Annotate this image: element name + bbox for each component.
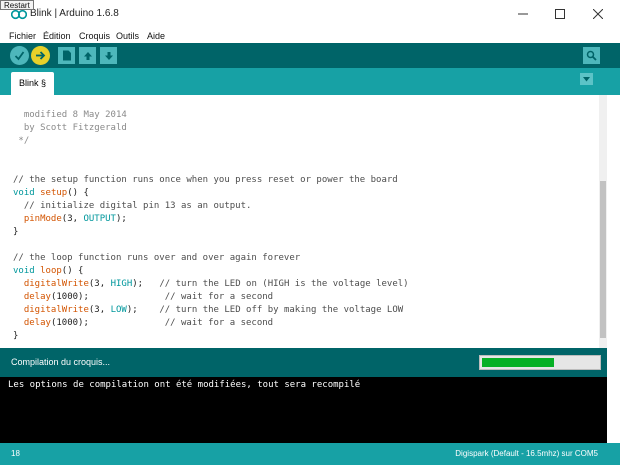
minimize-button[interactable] [508,4,538,24]
code-line: // the setup function runs once when you… [13,175,398,185]
toolbar [0,43,620,68]
board-info: Digispark (Default - 16.5mhz) sur COM5 [455,449,598,458]
scrollbar-thumb[interactable] [600,181,606,338]
code-line: */ [13,136,30,146]
menu-aide[interactable]: Aide [147,29,165,43]
close-button[interactable] [583,4,613,24]
code-line: digitalWrite(3, HIGH); // turn the LED o… [23,279,409,289]
code-line: // initialize digital pin 13 as an outpu… [13,201,252,211]
maximize-icon [555,9,565,19]
code-line: delay(1000); // wait for a second [23,318,274,328]
menu-bar: Fichier Édition Croquis Outils Aide [0,29,620,43]
title-bar: Restart Blink | Arduino 1.6.8 [0,0,620,29]
code-line: by Scott Fitzgerald [13,123,127,133]
serial-monitor-button[interactable] [583,47,600,64]
new-button[interactable] [58,47,75,64]
progress-fill [482,358,554,367]
window-title: Blink | Arduino 1.6.8 [30,8,119,19]
save-icon [104,51,113,60]
tab-blink[interactable]: Blink § [11,72,54,95]
code-line: void loop() { [13,266,84,276]
new-icon [62,50,71,61]
open-icon [83,51,92,60]
code-editor[interactable]: modified 8 May 2014 by Scott Fitzgerald … [0,95,599,348]
progress-bar [479,355,601,370]
minimize-icon [518,13,528,15]
code-line: modified 8 May 2014 [13,110,127,120]
open-button[interactable] [79,47,96,64]
upload-icon [36,51,46,60]
status-message: Compilation du croquis... [11,357,111,367]
code-line: // the loop function runs over and over … [13,253,301,263]
serial-monitor-icon [586,50,597,61]
verify-button[interactable] [10,46,29,65]
save-button[interactable] [100,47,117,64]
tab-menu-button[interactable] [580,73,593,85]
code-line: void setup() { [13,188,89,198]
code-line: delay(1000); // wait for a second [23,292,274,302]
tab-menu-icon [583,76,590,81]
code-line: } [13,227,19,237]
code-line: digitalWrite(3, LOW); // turn the LED of… [23,305,404,315]
footer-bar: 18 Digispark (Default - 16.5mhz) sur COM… [0,443,620,465]
menu-outils[interactable]: Outils [116,29,139,43]
code-area[interactable]: modified 8 May 2014 by Scott Fitzgerald … [13,109,409,343]
verify-icon [14,51,25,61]
window-frame [607,95,620,443]
code-line: } [13,331,19,341]
status-bar: Compilation du croquis... [0,348,607,377]
menu-croquis[interactable]: Croquis [79,29,110,43]
tooltip: Restart [0,0,34,10]
console-line: Les options de compilation ont été modif… [8,380,361,390]
menu-fichier[interactable]: Fichier [9,29,36,43]
menu-edition[interactable]: Édition [43,29,71,43]
line-number: 18 [11,449,20,458]
maximize-button[interactable] [545,4,575,24]
code-line: pinMode(3, OUTPUT); [23,214,127,224]
close-icon [593,9,603,19]
upload-button[interactable] [31,46,50,65]
tab-strip: Blink § [0,68,620,95]
console-output[interactable]: Les options de compilation ont été modif… [0,377,607,443]
